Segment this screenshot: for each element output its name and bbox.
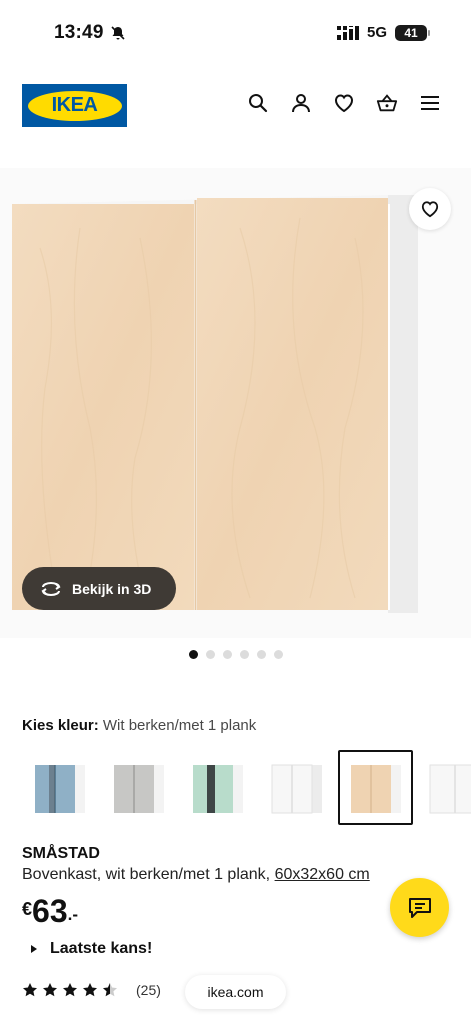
signal-icon [336, 25, 359, 40]
price-currency: € [22, 899, 33, 919]
carousel-dot[interactable] [273, 650, 283, 659]
carousel-dots [0, 650, 471, 659]
color-picker-label: Kies kleur: Wit berken/met 1 plank [22, 717, 256, 734]
chat-icon [408, 897, 431, 918]
heart-icon [421, 201, 439, 218]
price-whole: 63 [32, 893, 68, 929]
swatch-white-2[interactable] [417, 750, 471, 825]
swatch-light-blue[interactable] [22, 750, 97, 825]
swatch-white[interactable] [259, 750, 334, 825]
network-label: 5G [366, 24, 387, 41]
star-icon [83, 983, 97, 997]
view-3d-label: Bekijk in 3D [72, 580, 152, 597]
product-dimensions-link[interactable]: 60x32x60 cm [275, 866, 370, 883]
account-icon[interactable] [290, 92, 312, 114]
star-icon [63, 983, 77, 997]
carousel-dot[interactable] [188, 650, 198, 659]
caret-right-icon [31, 945, 37, 953]
search-icon[interactable] [247, 92, 269, 114]
product-description-text: Bovenkast, wit berken/met 1 plank, [22, 866, 275, 883]
header-actions [247, 92, 441, 114]
bell-muted-icon [111, 26, 125, 40]
time-text: 13:49 [54, 22, 104, 43]
carousel-dot[interactable] [205, 650, 215, 659]
chat-button[interactable] [390, 878, 449, 937]
battery-icon: 41 [395, 24, 430, 41]
browser-url-bar[interactable]: ikea.com [185, 975, 286, 1009]
view-3d-button[interactable]: Bekijk in 3D [22, 567, 176, 610]
star-icon [23, 983, 37, 997]
carousel-dot[interactable] [239, 650, 249, 659]
ikea-logo[interactable]: IKEA [22, 84, 127, 127]
carousel-dot[interactable] [222, 650, 232, 659]
favorite-button[interactable] [409, 188, 451, 230]
product-description: Bovenkast, wit berken/met 1 plank, 60x32… [22, 866, 370, 884]
swatch-light-grey[interactable] [101, 750, 176, 825]
availability-label: Laatste kans! [50, 940, 153, 957]
rating-count: (25) [136, 982, 161, 998]
color-selected-value: Wit berken/met 1 plank [102, 717, 257, 734]
product-rating[interactable]: (25) [22, 982, 161, 998]
battery-level: 41 [404, 25, 418, 40]
half-star-icon [103, 983, 117, 997]
availability-toggle[interactable]: Laatste kans! [30, 940, 152, 958]
status-indicators: 5G 41 [336, 24, 430, 41]
rotate-3d-icon [41, 581, 61, 596]
status-time: 13:49 [54, 22, 126, 44]
price-decimal: .- [67, 905, 78, 924]
color-label-title: Kies kleur: [22, 717, 99, 734]
color-swatches [22, 750, 471, 825]
url-text: ikea.com [207, 984, 264, 1000]
product-price: € 63 .- [22, 893, 78, 929]
swatch-mint-green[interactable] [180, 750, 255, 825]
menu-icon[interactable] [419, 92, 441, 114]
cart-icon[interactable] [376, 92, 398, 114]
swatch-white-birch[interactable] [338, 750, 413, 825]
carousel-dot[interactable] [256, 650, 266, 659]
star-icon [43, 983, 57, 997]
product-name: SMÅSTAD [22, 845, 100, 862]
logo-text: IKEA [51, 94, 98, 116]
heart-icon[interactable] [333, 92, 355, 114]
